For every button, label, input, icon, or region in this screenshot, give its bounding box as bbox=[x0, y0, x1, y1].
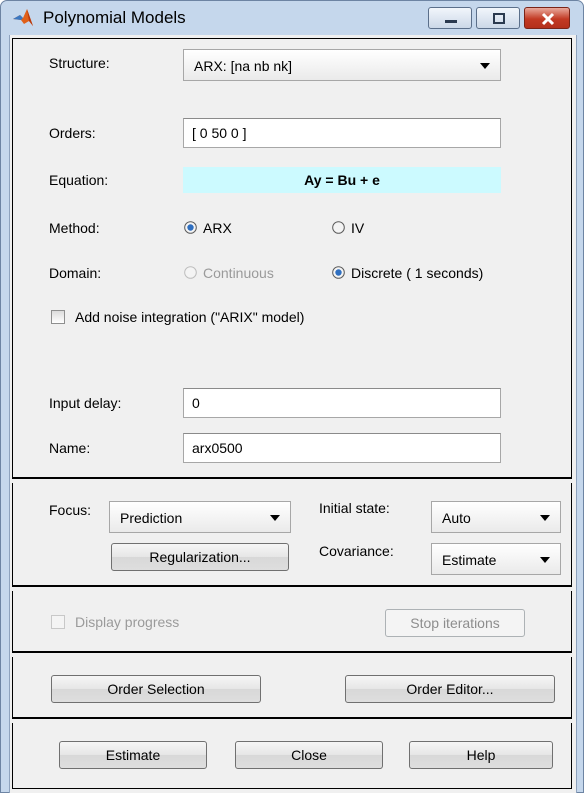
method-radio-arx[interactable] bbox=[184, 221, 197, 234]
window-frame: Polynomial Models Structure: ARX: [na nb… bbox=[0, 0, 584, 793]
noise-integration-checkbox[interactable] bbox=[51, 310, 65, 324]
close-icon bbox=[541, 12, 555, 26]
chevron-down-icon bbox=[480, 63, 490, 69]
domain-radio-discrete[interactable] bbox=[332, 266, 345, 279]
display-progress-label: Display progress bbox=[75, 614, 180, 630]
initial-state-label: Initial state: bbox=[319, 500, 390, 516]
orders-label: Orders: bbox=[49, 125, 96, 141]
method-radio-iv[interactable] bbox=[332, 221, 345, 234]
method-option-arx: ARX bbox=[203, 220, 232, 236]
input-delay-input[interactable]: 0 bbox=[183, 388, 501, 418]
model-name-input[interactable]: arx0500 bbox=[183, 433, 501, 463]
dialog-content: Structure: ARX: [na nb nk] Orders: [ 0 5… bbox=[9, 35, 577, 793]
method-label: Method: bbox=[49, 220, 100, 236]
covariance-label: Covariance: bbox=[319, 543, 394, 559]
chevron-down-icon bbox=[270, 515, 280, 521]
minimize-icon bbox=[445, 20, 457, 23]
maximize-button[interactable] bbox=[476, 7, 520, 29]
method-option-iv: IV bbox=[351, 220, 365, 236]
structure-value: ARX: [na nb nk] bbox=[194, 58, 293, 74]
initial-state-dropdown[interactable]: Auto bbox=[431, 501, 561, 533]
progress-panel: Display progress Stop iterations bbox=[12, 591, 572, 653]
equation-display: Ay = Bu + e bbox=[183, 167, 501, 193]
domain-option-continuous: Continuous bbox=[203, 265, 274, 281]
order-editor-button[interactable]: Order Editor... bbox=[345, 675, 555, 703]
close-window-button[interactable] bbox=[524, 7, 570, 29]
window-title: Polynomial Models bbox=[43, 8, 186, 27]
equation-label: Equation: bbox=[49, 172, 109, 188]
actions-panel: Estimate Close Help bbox=[12, 723, 572, 789]
title-bar[interactable]: Polynomial Models bbox=[1, 1, 583, 35]
estimation-options-panel: Focus: Prediction Initial state: Auto Re… bbox=[12, 483, 572, 587]
orders-input[interactable]: [ 0 50 0 ] bbox=[183, 118, 501, 148]
structure-label: Structure: bbox=[49, 55, 110, 71]
stop-iterations-button[interactable]: Stop iterations bbox=[385, 609, 525, 637]
covariance-value: Estimate bbox=[442, 552, 497, 568]
chevron-down-icon bbox=[540, 557, 550, 563]
noise-integration-label: Add noise integration ("ARIX" model) bbox=[75, 309, 305, 325]
chevron-down-icon bbox=[540, 515, 550, 521]
order-selection-button[interactable]: Order Selection bbox=[51, 675, 261, 703]
domain-radio-continuous[interactable] bbox=[184, 266, 197, 279]
help-button[interactable]: Help bbox=[409, 741, 553, 769]
order-tools-panel: Order Selection Order Editor... bbox=[12, 657, 572, 719]
matlab-logo-icon bbox=[12, 7, 34, 29]
input-delay-label: Input delay: bbox=[49, 395, 122, 411]
initial-state-value: Auto bbox=[442, 510, 471, 526]
display-progress-checkbox[interactable] bbox=[51, 615, 65, 629]
structure-dropdown[interactable]: ARX: [na nb nk] bbox=[183, 49, 501, 81]
focus-dropdown[interactable]: Prediction bbox=[109, 501, 291, 533]
focus-value: Prediction bbox=[120, 510, 183, 526]
maximize-icon bbox=[493, 13, 505, 24]
name-label: Name: bbox=[49, 440, 91, 456]
domain-label: Domain: bbox=[49, 265, 102, 281]
minimize-button[interactable] bbox=[428, 7, 472, 29]
close-button[interactable]: Close bbox=[235, 741, 383, 769]
focus-label: Focus: bbox=[49, 502, 92, 518]
regularization-button[interactable]: Regularization... bbox=[111, 543, 289, 571]
model-structure-panel: Structure: ARX: [na nb nk] Orders: [ 0 5… bbox=[12, 38, 572, 479]
estimate-button[interactable]: Estimate bbox=[59, 741, 207, 769]
covariance-dropdown[interactable]: Estimate bbox=[431, 543, 561, 575]
domain-option-discrete: Discrete ( 1 seconds) bbox=[351, 265, 484, 281]
